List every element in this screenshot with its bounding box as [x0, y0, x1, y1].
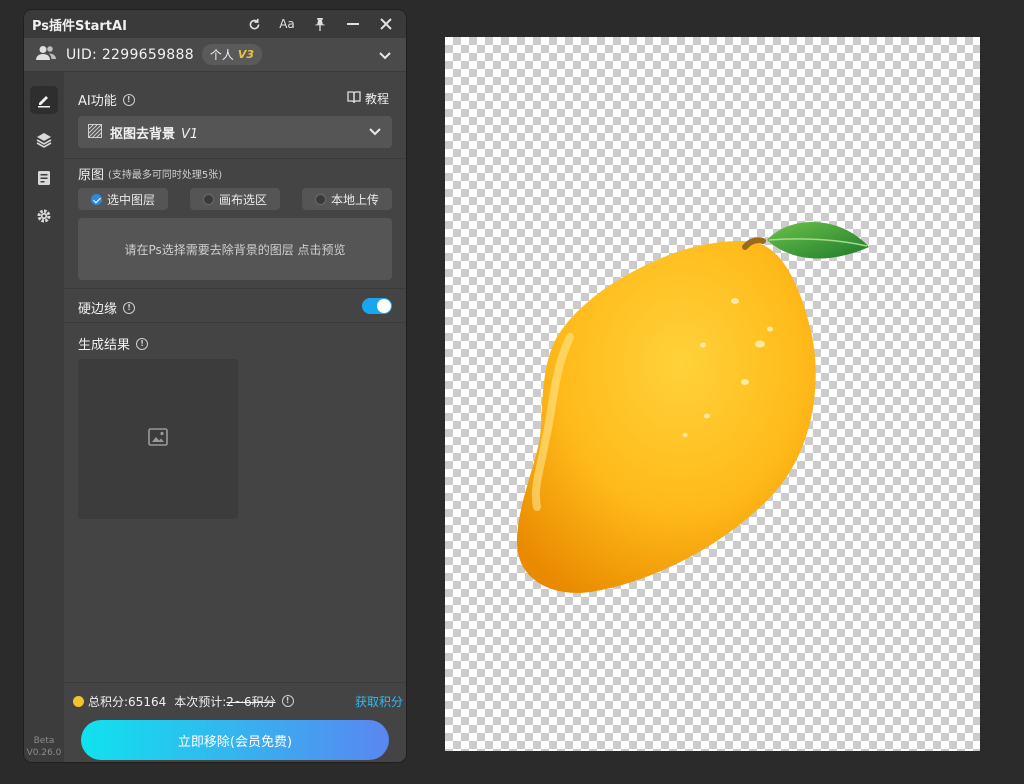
- divider: [64, 288, 406, 289]
- info-icon[interactable]: !: [122, 93, 135, 106]
- chevron-down-icon: [368, 123, 382, 142]
- users-icon: [36, 45, 56, 65]
- radio-unchecked-icon: [314, 193, 326, 205]
- main-content: AI功能 ! 教程 抠图去背景 V1 原图 (支持最多可同时处理5张) 选中图层…: [64, 72, 406, 762]
- info-icon[interactable]: !: [136, 337, 149, 350]
- hard-edge-toggle[interactable]: [362, 298, 392, 314]
- plan-name: 个人: [209, 48, 234, 62]
- divider: [64, 158, 406, 159]
- account-bar[interactable]: UID: 2299659888 个人 V3: [24, 38, 406, 72]
- document-canvas[interactable]: [445, 37, 980, 751]
- source-label: 原图 (支持最多可同时处理5张): [78, 164, 222, 183]
- points-row: 总积分:65164 本次预计: 2~6积分 ! 获取积分: [73, 692, 403, 710]
- source-option-label: 画布选区: [218, 192, 267, 207]
- hard-edge-label: 硬边缘 !: [78, 298, 136, 317]
- beta-label: Beta: [33, 736, 55, 746]
- divider: [64, 682, 406, 683]
- result-preview[interactable]: [78, 359, 238, 519]
- hatch-icon: [87, 123, 103, 142]
- tutorial-text: 教程: [365, 92, 390, 106]
- book-icon: [347, 91, 361, 106]
- source-option-upload[interactable]: 本地上传: [302, 188, 392, 210]
- pin-icon[interactable]: [308, 12, 332, 36]
- estimate-value: 2~6积分: [226, 694, 276, 709]
- source-title: 原图: [78, 168, 105, 183]
- radio-unchecked-icon: [202, 193, 214, 205]
- ai-function-select[interactable]: 抠图去背景 V1: [78, 116, 392, 148]
- chevron-down-icon[interactable]: [378, 47, 394, 63]
- source-option-selection[interactable]: 画布选区: [190, 188, 280, 210]
- version-label: V0.26.0: [26, 748, 62, 758]
- get-points-link[interactable]: 获取积分: [355, 693, 403, 710]
- remove-background-button[interactable]: 立即移除(会员免费): [81, 720, 389, 760]
- result-label: 生成结果 !: [78, 334, 149, 353]
- uid-label: UID: 2299659888: [66, 46, 194, 63]
- estimate-label: 本次预计:: [174, 694, 227, 709]
- selected-function-version: V1: [181, 126, 199, 142]
- edit-icon[interactable]: [30, 86, 58, 114]
- coin-icon: [73, 695, 84, 707]
- plugin-panel: Ps插件StartAI Aa UID: 2299659888 个人 V3 Bet…: [24, 10, 406, 762]
- source-preview[interactable]: 请在Ps选择需要去除背景的图层 点击预览: [78, 218, 392, 280]
- layers-icon[interactable]: [30, 126, 58, 154]
- source-option-label: 本地上传: [330, 192, 379, 207]
- tutorial-link[interactable]: 教程: [347, 90, 389, 107]
- refresh-icon[interactable]: [242, 12, 266, 36]
- source-hint: (支持最多可同时处理5张): [108, 170, 223, 181]
- ai-function-text: AI功能: [78, 94, 117, 109]
- font-size-icon[interactable]: Aa: [275, 12, 299, 36]
- notes-icon[interactable]: [30, 164, 58, 192]
- source-option-layer[interactable]: 选中图层: [78, 188, 168, 210]
- minimize-icon[interactable]: [341, 12, 365, 36]
- selected-function: 抠图去背景 V1: [110, 123, 198, 142]
- app-title: Ps插件StartAI: [32, 18, 127, 34]
- plan-badge: 个人 V3: [201, 44, 263, 65]
- info-icon[interactable]: !: [281, 695, 294, 707]
- source-option-label: 选中图层: [106, 192, 155, 207]
- total-points: 总积分:65164: [88, 694, 167, 709]
- hard-edge-text: 硬边缘: [78, 302, 118, 317]
- radio-checked-icon: [90, 193, 102, 205]
- gear-icon[interactable]: [30, 202, 58, 230]
- divider: [64, 322, 406, 323]
- close-icon[interactable]: [374, 12, 398, 36]
- selected-function-name: 抠图去背景: [110, 126, 176, 142]
- sidebar: Beta V0.26.0: [24, 72, 64, 762]
- image-placeholder-icon: [148, 428, 168, 450]
- mango-image: [517, 222, 869, 593]
- ai-function-label: AI功能 !: [78, 90, 135, 109]
- result-text: 生成结果: [78, 338, 131, 353]
- title-bar: Ps插件StartAI Aa: [24, 10, 406, 38]
- info-icon[interactable]: !: [123, 301, 136, 314]
- plan-version: V3: [237, 48, 255, 61]
